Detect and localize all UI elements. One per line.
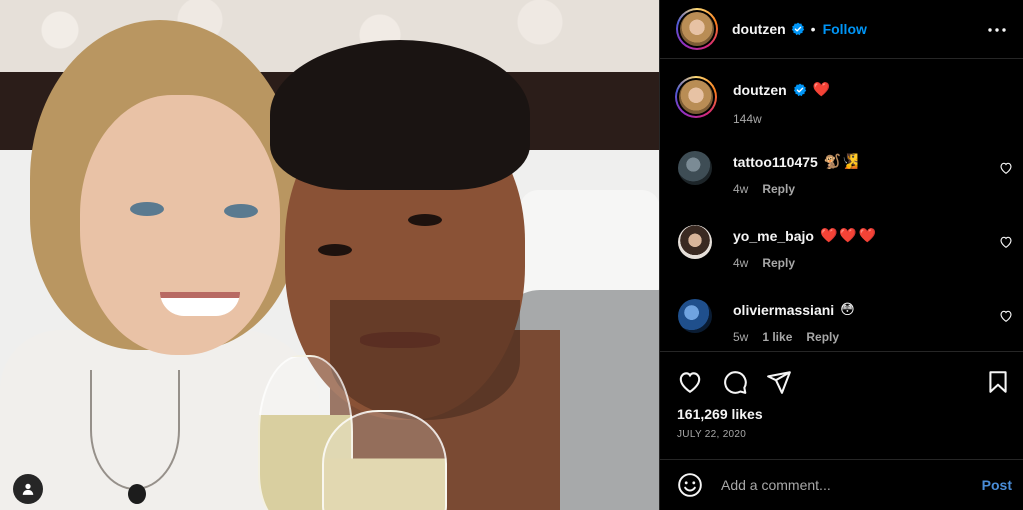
- heart-icon[interactable]: [999, 161, 1013, 175]
- heart-icon[interactable]: [999, 235, 1013, 249]
- wine-glass-right: [322, 410, 447, 510]
- comment-item: yo_me_bajo ❤️❤️❤️ 4w Reply: [660, 223, 1023, 297]
- comment-time[interactable]: 4w: [733, 256, 748, 270]
- comment-username[interactable]: oliviermassiani: [733, 302, 834, 318]
- comments-list[interactable]: doutzen ❤️ 144w tattoo110475 🐒🧏 4w Reply…: [660, 59, 1023, 352]
- necklace: [90, 370, 180, 490]
- post-actions: 161,269 likes JULY 22, 2020: [660, 353, 1023, 460]
- verified-icon: [793, 83, 806, 96]
- comment-username[interactable]: tattoo110475: [733, 154, 818, 170]
- caption-time[interactable]: 144w: [733, 112, 762, 126]
- woman-eye-left: [130, 202, 164, 216]
- caption-text: ❤️: [812, 81, 831, 97]
- woman-smile: [160, 292, 240, 316]
- man-eye-right: [408, 214, 442, 226]
- caption-username[interactable]: doutzen: [733, 82, 787, 98]
- more-options-button[interactable]: [987, 20, 1007, 40]
- reply-button[interactable]: Reply: [762, 182, 795, 196]
- comment-like-count[interactable]: 1 like: [762, 330, 792, 344]
- pillow-right: [520, 190, 659, 300]
- woman-face: [80, 95, 280, 355]
- verified-icon: [791, 22, 804, 36]
- user-tag-button[interactable]: [13, 474, 43, 504]
- like-heart-icon[interactable]: [677, 369, 703, 395]
- likes-count[interactable]: 161,269 likes: [677, 406, 763, 422]
- man-mouth: [360, 332, 440, 348]
- follow-button[interactable]: Follow: [823, 21, 867, 37]
- comment-text: ❤️❤️❤️: [819, 227, 879, 243]
- post-header: doutzen • Follow: [660, 0, 1023, 59]
- man-hair: [270, 40, 530, 190]
- man-beard: [330, 300, 520, 420]
- caption-item: doutzen ❤️ 144w: [660, 59, 1023, 149]
- reply-button[interactable]: Reply: [762, 256, 795, 270]
- share-icon[interactable]: [766, 369, 792, 395]
- comment-time[interactable]: 4w: [733, 182, 748, 196]
- post-date[interactable]: JULY 22, 2020: [677, 429, 746, 440]
- caption-avatar-image: [679, 80, 713, 114]
- man-eye-left: [318, 244, 352, 256]
- author-avatar[interactable]: [676, 8, 718, 50]
- caption-avatar[interactable]: [675, 76, 717, 118]
- comment-input[interactable]: [721, 477, 971, 493]
- heart-icon[interactable]: [999, 309, 1013, 323]
- separator-dot: •: [810, 21, 816, 37]
- comment-avatar[interactable]: [678, 299, 712, 333]
- comment-username[interactable]: yo_me_bajo: [733, 228, 814, 244]
- comment-text: 🐒🧏: [823, 153, 859, 169]
- author-username[interactable]: doutzen: [732, 21, 786, 37]
- comment-avatar[interactable]: [678, 225, 712, 259]
- comment-text: 😳: [840, 301, 855, 317]
- comment-avatar[interactable]: [678, 151, 712, 185]
- bookmark-icon[interactable]: [985, 369, 1011, 395]
- comment-item: oliviermassiani 😳 5w 1 like Reply: [660, 297, 1023, 351]
- comment-icon[interactable]: [722, 369, 748, 395]
- comment-time[interactable]: 5w: [733, 330, 748, 344]
- comment-composer: Post: [660, 460, 1023, 510]
- more-icon: [988, 28, 1006, 32]
- emoji-icon[interactable]: [677, 472, 703, 498]
- author-avatar-image: [680, 12, 714, 46]
- post-sidebar: doutzen • Follow doutzen ❤️ 144w tattoo1…: [659, 0, 1023, 510]
- user-tag-icon: [22, 483, 34, 495]
- woman-eye-right: [224, 204, 258, 218]
- pendant: [128, 484, 146, 504]
- reply-button[interactable]: Reply: [806, 330, 839, 344]
- post-photo[interactable]: [0, 0, 659, 510]
- comment-item: tattoo110475 🐒🧏 4w Reply: [660, 149, 1023, 223]
- post-comment-button[interactable]: Post: [982, 477, 1012, 493]
